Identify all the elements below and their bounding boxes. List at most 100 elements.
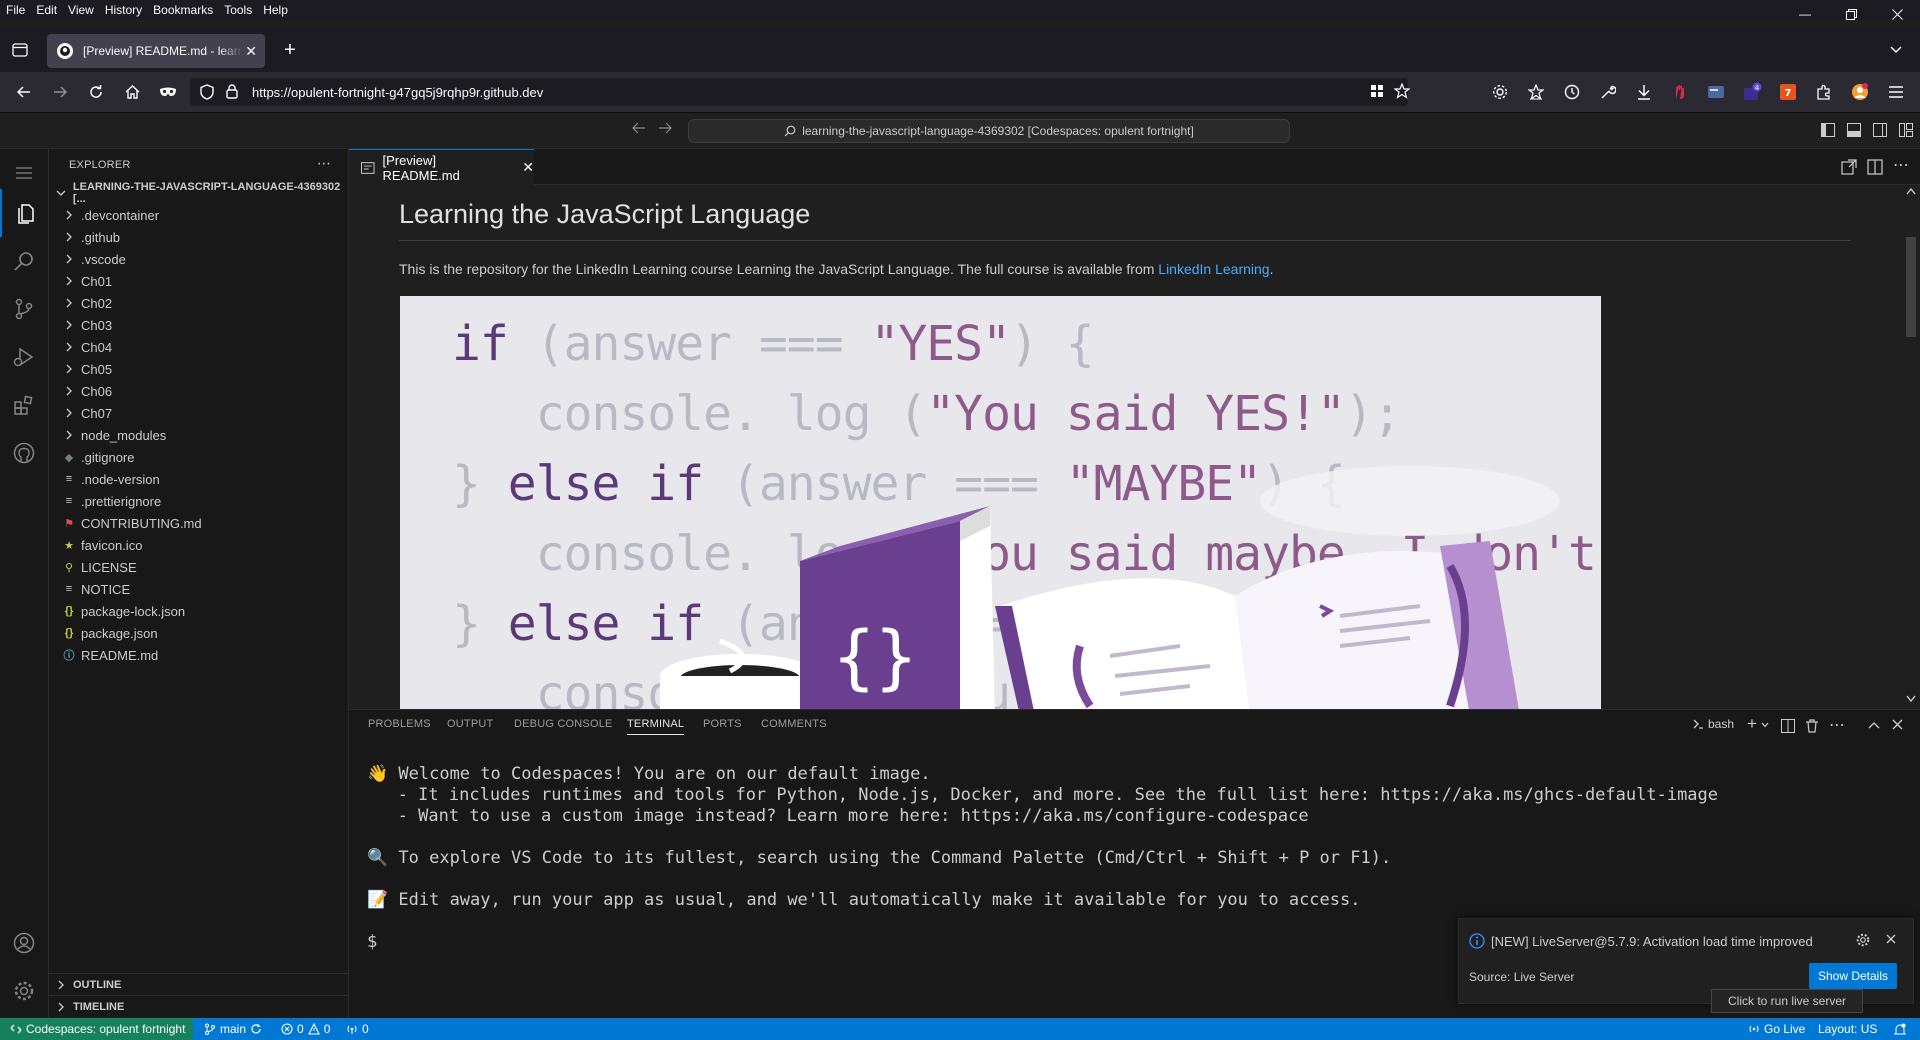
menu-history[interactable]: History (98, 0, 146, 20)
editor-more-actions-button[interactable]: ⋯ (1893, 155, 1909, 175)
folder-item[interactable]: Ch04 (49, 336, 362, 358)
settings-toolbar-icon[interactable] (1488, 80, 1512, 104)
bookmark-star-icon[interactable] (1394, 83, 1410, 99)
manage-settings-button[interactable] (0, 967, 48, 1015)
menu-view[interactable]: View (61, 0, 98, 20)
menu-edit[interactable]: Edit (29, 0, 61, 20)
tracking-protection-icon[interactable] (200, 84, 214, 100)
menu-file[interactable]: File (0, 0, 29, 20)
extensions-puzzle-icon[interactable] (1812, 80, 1836, 104)
source-control-view-button[interactable] (0, 285, 48, 333)
split-editor-icon[interactable] (1867, 159, 1883, 175)
history-icon[interactable] (1560, 80, 1584, 104)
new-tab-button[interactable]: + (278, 38, 302, 62)
firefox-view-button[interactable] (8, 38, 32, 62)
lock-icon[interactable] (226, 84, 238, 99)
linkedin-learning-link[interactable]: LinkedIn Learning (1158, 261, 1269, 277)
folder-item[interactable]: Ch02 (49, 292, 362, 314)
restore-button[interactable] (1828, 0, 1874, 28)
folder-item[interactable]: .github (49, 226, 362, 248)
reader-view-icon[interactable] (1370, 84, 1384, 98)
file-item[interactable]: {} package.json (49, 622, 362, 644)
file-item[interactable]: ≡ .prettierignore (49, 490, 362, 512)
file-item[interactable]: ★ favicon.ico (49, 534, 362, 556)
folder-item[interactable]: Ch03 (49, 314, 362, 336)
workspace-root[interactable]: LEARNING-THE-JAVASCRIPT-LANGUAGE-4369302… (49, 181, 354, 205)
notification-settings-icon[interactable] (1856, 933, 1870, 947)
tab-ports[interactable]: PORTS (703, 718, 742, 730)
accounts-button[interactable] (0, 919, 48, 967)
list-tabs-button[interactable] (1884, 38, 1908, 62)
menu-bookmarks[interactable]: Bookmarks (146, 0, 217, 20)
app-menu-button[interactable] (1884, 80, 1908, 104)
go-live-button[interactable]: Go Live (1748, 1018, 1805, 1040)
folder-item[interactable]: Ch05 (49, 358, 362, 380)
extension-badge-icon[interactable]: 4 (1740, 80, 1764, 104)
toggle-secondary-sidebar-icon[interactable] (1873, 123, 1887, 137)
extension-card-icon[interactable] (1704, 80, 1728, 104)
new-terminal-button[interactable]: + (1747, 714, 1757, 734)
tools-wrench-icon[interactable] (1596, 80, 1620, 104)
file-item[interactable]: {} package-lock.json (49, 600, 362, 622)
home-button[interactable] (120, 80, 144, 104)
folder-item[interactable]: node_modules (49, 424, 362, 446)
terminal-shell-selector[interactable]: bash (1692, 717, 1734, 731)
file-item[interactable]: ≡ .node-version (49, 468, 362, 490)
menu-help[interactable]: Help (256, 0, 292, 20)
tab-close-button[interactable]: ✕ (245, 43, 257, 60)
toggle-panel-icon[interactable] (1847, 123, 1861, 137)
keyboard-layout-indicator[interactable]: Layout: US (1818, 1018, 1877, 1040)
menu-tools[interactable]: Tools (217, 0, 256, 20)
pocket-icon[interactable] (1524, 80, 1548, 104)
nav-back-icon[interactable] (632, 122, 646, 134)
ports-indicator[interactable]: 0 (346, 1018, 369, 1040)
scroll-down-arrow-icon[interactable] (1906, 695, 1916, 703)
extension-red-icon[interactable] (1668, 80, 1692, 104)
folder-item[interactable]: .devcontainer (49, 204, 362, 226)
extension-orange-icon[interactable]: 7 (1776, 80, 1800, 104)
tab-comments[interactable]: COMMENTS (761, 718, 827, 730)
notifications-bell-button[interactable] (1894, 1018, 1906, 1040)
folder-item[interactable]: Ch06 (49, 380, 362, 402)
terminal-prompt[interactable]: $ (367, 932, 377, 952)
tab-output[interactable]: OUTPUT (447, 718, 493, 730)
explorer-more-actions-button[interactable]: ⋯ (317, 155, 331, 172)
extensions-view-button[interactable] (0, 381, 48, 429)
folder-item[interactable]: Ch07 (49, 402, 362, 424)
download-icon[interactable] (1632, 80, 1656, 104)
panel-more-actions-button[interactable]: ⋯ (1829, 715, 1845, 735)
tab-problems[interactable]: PROBLEMS (368, 718, 431, 730)
preview-scrollbar[interactable] (1906, 237, 1916, 337)
url-bar[interactable]: https://opulent-fortnight-g47gq5j9rqhp9r… (190, 78, 1410, 106)
account-avatar-icon[interactable] (1848, 80, 1872, 104)
file-item[interactable]: ⚑ CONTRIBUTING.md (49, 512, 362, 534)
forward-button[interactable] (48, 80, 72, 104)
browser-tab-active[interactable]: [Preview] README.md - learning-the-javas… (47, 34, 265, 68)
maximize-panel-icon[interactable] (1868, 721, 1880, 729)
github-view-button[interactable] (0, 429, 48, 477)
folder-item[interactable]: .vscode (49, 248, 362, 270)
show-details-button[interactable]: Show Details (1809, 963, 1897, 989)
close-window-button[interactable] (1874, 0, 1920, 28)
timeline-section[interactable]: TIMELINE (49, 995, 348, 1018)
folder-item[interactable]: Ch01 (49, 270, 362, 292)
minimize-button[interactable]: — (1782, 0, 1828, 28)
command-center[interactable]: learning-the-javascript-language-4369302… (688, 119, 1290, 143)
branch-indicator[interactable]: main (204, 1018, 262, 1040)
toggle-sidebar-icon[interactable] (1821, 123, 1835, 137)
explorer-view-button[interactable] (0, 189, 50, 237)
close-panel-icon[interactable] (1892, 719, 1903, 730)
notification-close-icon[interactable] (1886, 934, 1896, 944)
split-terminal-icon[interactable] (1781, 719, 1795, 733)
editor-tab-close-button[interactable]: ✕ (522, 159, 534, 176)
nav-forward-icon[interactable] (658, 122, 672, 134)
reload-button[interactable] (84, 80, 108, 104)
editor-tab-readme-preview[interactable]: [Preview] README.md ✕ (349, 149, 534, 185)
file-item[interactable]: ◆ .gitignore (49, 446, 362, 468)
chevron-down-icon[interactable] (1761, 722, 1769, 728)
open-source-icon[interactable] (1841, 159, 1857, 175)
trash-icon[interactable] (1806, 719, 1818, 733)
tab-debug-console[interactable]: DEBUG CONSOLE (514, 718, 613, 730)
scroll-up-arrow-icon[interactable] (1906, 187, 1916, 195)
run-debug-view-button[interactable] (0, 333, 48, 381)
